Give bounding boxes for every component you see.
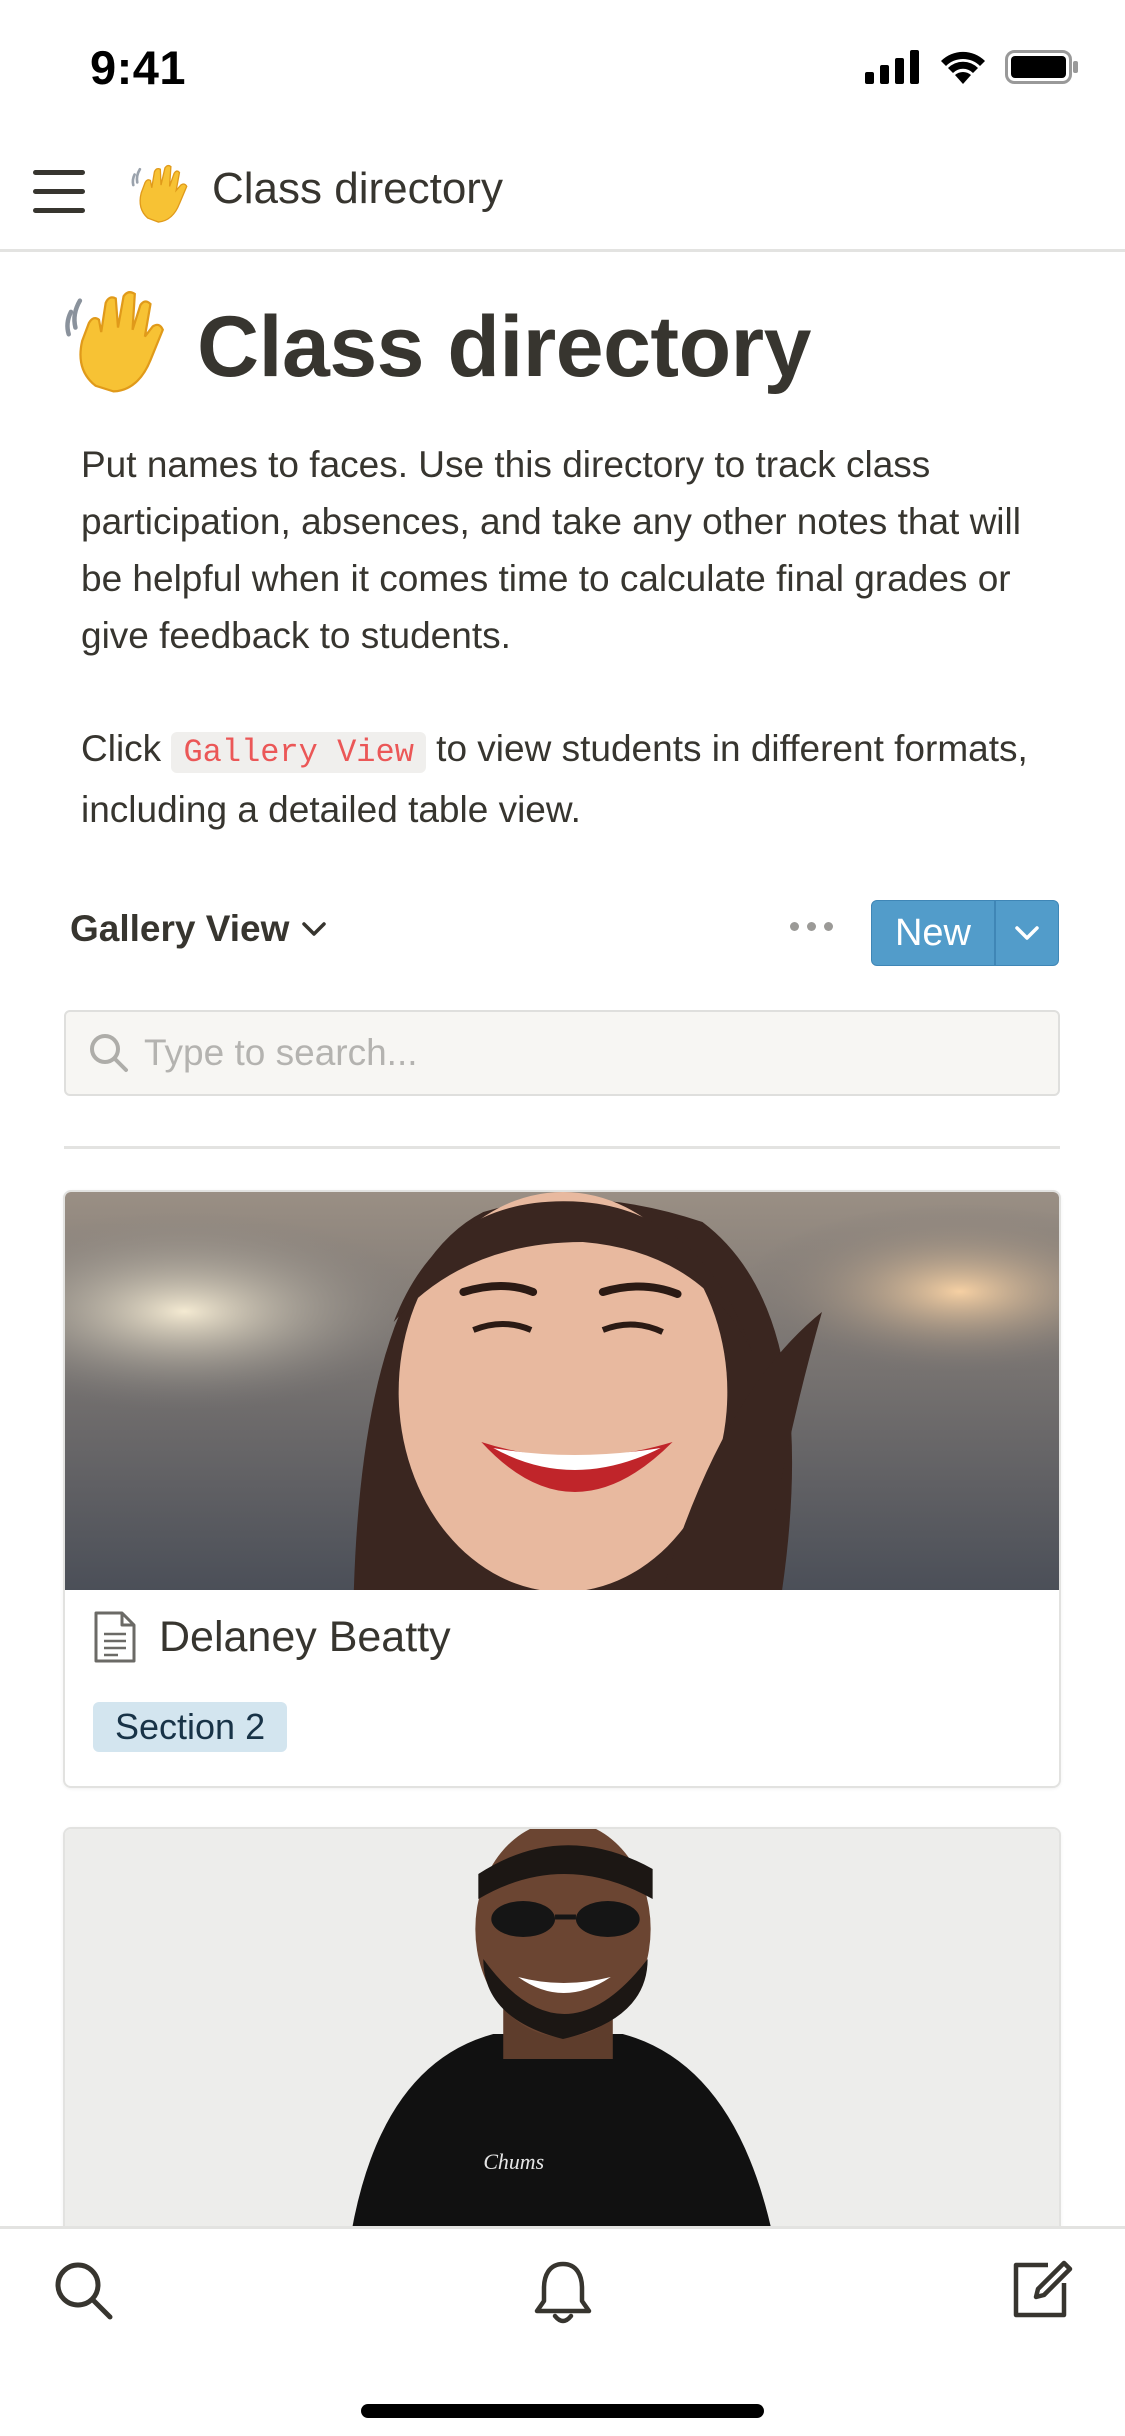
card-title-row: Delaney Beatty [93,1610,451,1664]
instructions-prefix: Click [81,728,172,769]
hamburger-menu-icon[interactable] [33,170,85,214]
search-box [64,1010,1060,1096]
new-dropdown-button[interactable] [996,901,1058,965]
section-tag: Section 2 [93,1702,288,1752]
home-indicator [361,2404,764,2418]
chevron-down-icon [1015,926,1039,940]
signal-icon [865,50,919,84]
status-icons [865,50,1079,84]
gallery-card[interactable]: Delaney Beatty Section 2 [63,1190,1061,1788]
page-emoji-waving-hand[interactable] [62,285,174,397]
view-switcher[interactable]: Gallery View [70,908,327,950]
card-cover-image [65,1192,1059,1590]
waving-hand-emoji [131,164,188,223]
search-input[interactable] [144,1012,1044,1094]
card-title: Delaney Beatty [159,1612,451,1661]
more-dots-icon[interactable] [790,922,833,931]
screen: 9:41 Class directory Class directory Put… [0,0,1125,2436]
battery-icon [1005,50,1078,84]
status-time: 9:41 [90,41,187,94]
view-switcher-label: Gallery View [70,908,290,949]
new-button-group: New [871,900,1059,966]
page-document-icon [94,1611,136,1663]
chevron-down-icon [302,922,327,936]
bottom-tab-bar [0,2226,1125,2436]
page-description: Put names to faces. Use this directory t… [81,444,1021,656]
page-instructions: Click Gallery View to view students in d… [81,720,1061,838]
divider [64,1146,1060,1149]
card-cover-image: Chums [65,1829,1059,2285]
inline-code-gallery-view: Gallery View [171,732,426,773]
nav-title[interactable]: Class directory [212,164,503,214]
page-title[interactable]: Class directory [197,298,811,397]
gallery-card[interactable]: Chums [63,1827,1061,2287]
bell-icon[interactable] [532,2259,594,2327]
search-icon [90,1034,128,1072]
status-bar: 9:41 [0,0,1125,132]
top-nav: Class directory [0,132,1125,252]
svg-text:Chums: Chums [483,2149,544,2174]
compose-icon[interactable] [1008,2257,1074,2323]
wifi-icon [941,51,985,84]
view-toolbar: Gallery View New [0,900,1125,970]
search-icon[interactable] [52,2259,116,2323]
new-button[interactable]: New [872,901,996,965]
